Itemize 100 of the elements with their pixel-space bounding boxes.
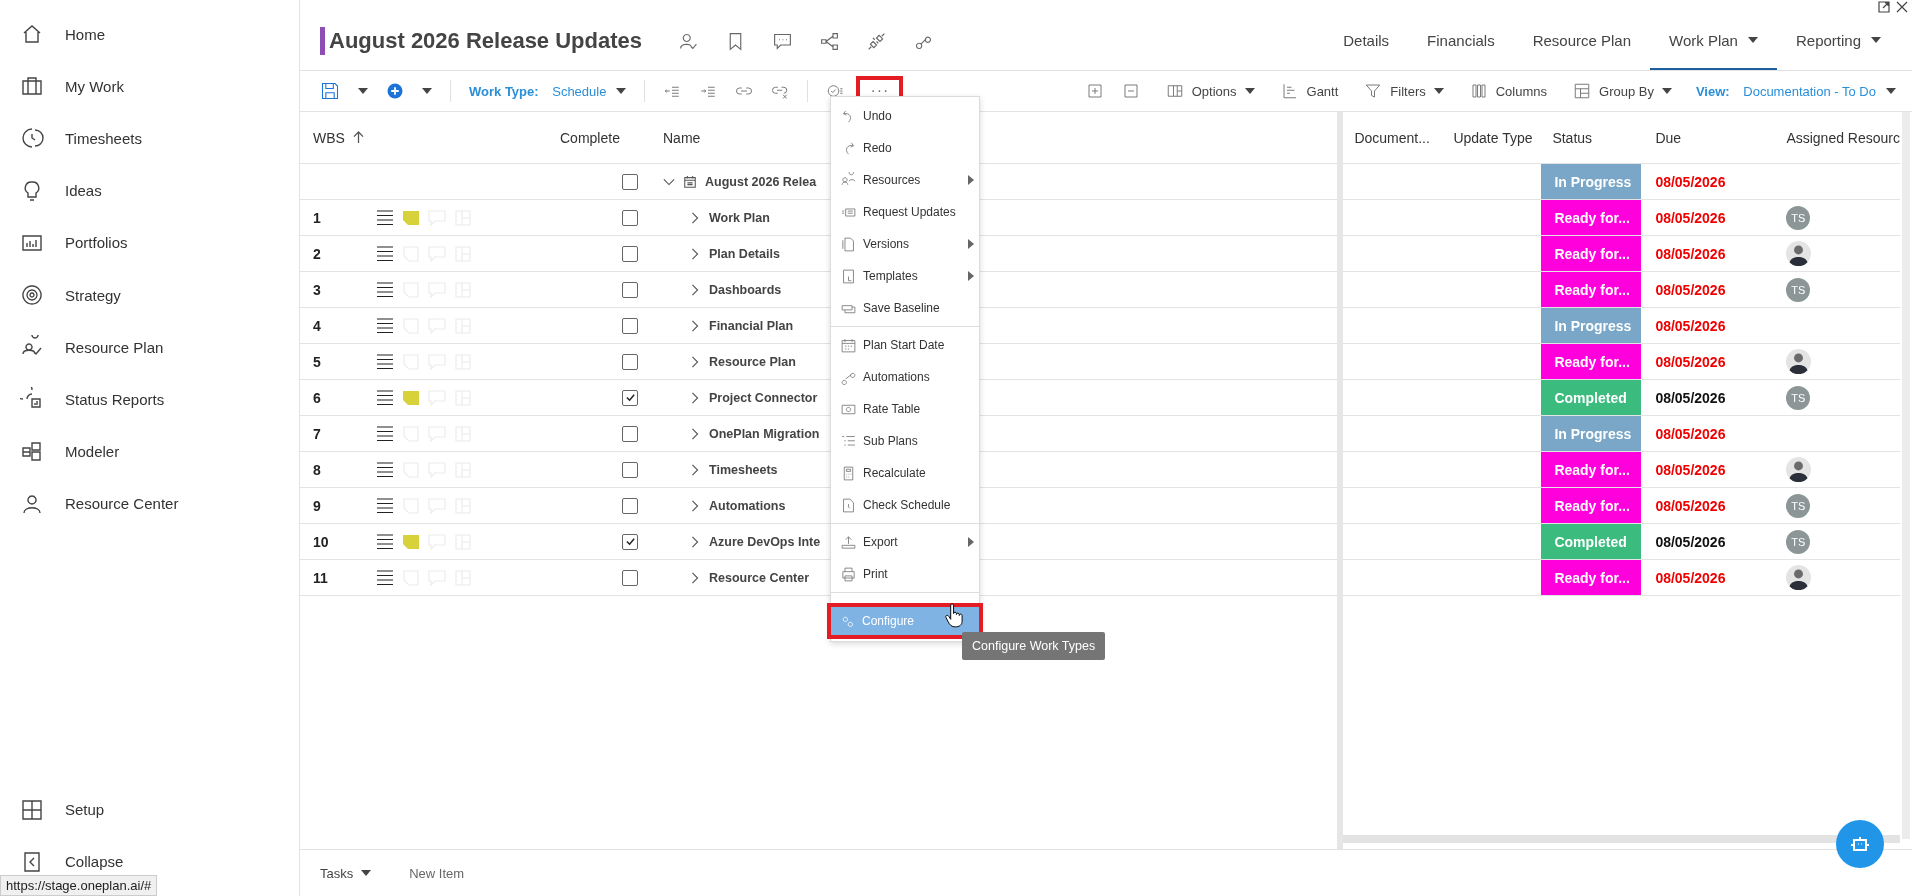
view-dropdown[interactable]: View: Documentation - To Do	[1689, 79, 1902, 103]
chevron-right-icon[interactable]	[689, 571, 701, 584]
share-icon[interactable]	[819, 30, 841, 52]
column-header[interactable]: Due	[1655, 129, 1682, 146]
chevron-right-icon[interactable]	[689, 283, 701, 296]
row-menu-icon[interactable]	[375, 423, 395, 444]
tab[interactable]: Reporting	[1776, 12, 1900, 70]
menu-item[interactable]: Print	[831, 558, 979, 590]
toolbar-button[interactable]: Gantt	[1274, 78, 1345, 104]
sort-up-icon[interactable]	[352, 131, 364, 144]
row-menu-icon[interactable]	[375, 315, 395, 336]
row-menu-icon[interactable]	[375, 207, 395, 228]
column-header[interactable]: Status	[1552, 129, 1593, 146]
chevron-right-icon[interactable]	[689, 247, 701, 260]
tab[interactable]: Financials	[1408, 12, 1514, 70]
row-menu-icon[interactable]	[375, 243, 395, 264]
chevron-right-icon[interactable]	[689, 355, 701, 368]
vertical-scrollbar[interactable]	[1902, 112, 1910, 839]
work-type-dropdown[interactable]: Work Type: Schedule	[463, 79, 633, 103]
wbs-number: 1	[313, 209, 321, 226]
checkbox[interactable]	[622, 497, 638, 514]
column-header[interactable]: Assigned Resourc	[1786, 129, 1900, 146]
sidebar-item[interactable]: Home	[0, 8, 105, 61]
chevron-right-icon[interactable]	[689, 463, 701, 476]
sidebar-item[interactable]: Portfolios	[0, 216, 128, 269]
checkbox[interactable]	[622, 461, 638, 478]
sidebar-item[interactable]: Timesheets	[0, 112, 142, 165]
avatar-silhouette-icon	[1786, 241, 1812, 266]
sidebar-item[interactable]: Resource Center	[0, 477, 179, 530]
tab[interactable]: Work Plan	[1650, 12, 1777, 70]
due-date: 08/05/2026	[1655, 533, 1726, 550]
checkbox[interactable]	[622, 353, 638, 370]
tasks-tab[interactable]: Tasks	[306, 861, 386, 885]
toolbar-button[interactable]: Columns	[1463, 78, 1553, 104]
menu-item[interactable]: Check Schedule	[831, 489, 979, 521]
menu-item[interactable]: Request Updates	[831, 196, 979, 228]
wbs-number: 9	[313, 497, 321, 514]
column-header[interactable]: Document...	[1354, 129, 1430, 146]
row-menu-icon[interactable]	[375, 459, 395, 480]
menu-item[interactable]: Sub Plans	[831, 425, 979, 457]
toolbar-button[interactable]: Group By	[1567, 78, 1678, 104]
row-menu-icon[interactable]	[375, 279, 395, 300]
close-icon[interactable]	[1896, 1, 1908, 13]
toolbar-button[interactable]: Filters	[1358, 78, 1450, 104]
menu-item[interactable]: Recalculate	[831, 457, 979, 489]
status-cell: In Progress	[1541, 308, 1642, 343]
column-header[interactable]: Update Type	[1453, 129, 1533, 146]
sidebar-item[interactable]: Resource Plan	[0, 321, 164, 374]
checkbox[interactable]	[622, 317, 638, 334]
row-menu-icon[interactable]	[375, 351, 395, 372]
checkbox[interactable]	[622, 569, 638, 586]
sidebar-item[interactable]: Strategy	[0, 268, 121, 322]
tab[interactable]: Details	[1324, 12, 1409, 70]
menu-item[interactable]: Templates	[831, 260, 979, 292]
sidebar-item[interactable]: Setup	[0, 783, 105, 836]
menu-item[interactable]: Automations	[831, 361, 979, 393]
column-header[interactable]: Name	[663, 129, 701, 146]
assistant-button[interactable]	[1836, 820, 1884, 868]
chevron-right-icon[interactable]	[689, 211, 701, 224]
chevron-right-icon[interactable]	[689, 499, 701, 512]
menu-item[interactable]: Rate Table	[831, 393, 979, 425]
checkbox[interactable]	[622, 173, 638, 190]
column-header[interactable]: Complete	[560, 129, 620, 146]
status-cell: Ready for...	[1541, 344, 1642, 379]
horizontal-scrollbar[interactable]	[1343, 835, 1900, 843]
sidebar-item[interactable]: Modeler	[0, 425, 120, 478]
sidebar-item[interactable]: Ideas	[0, 164, 102, 217]
toolbar-button[interactable]: Options	[1159, 78, 1261, 104]
chevron-right-icon[interactable]	[689, 535, 701, 548]
menu-item[interactable]: Redo	[831, 132, 979, 164]
caret-icon	[358, 88, 368, 94]
checkbox[interactable]	[622, 245, 638, 262]
task-name: Financial Plan	[709, 318, 794, 333]
menu-item[interactable]: Versions	[831, 228, 979, 260]
chevron-right-icon[interactable]	[689, 391, 701, 404]
sidebar-item[interactable]: Status Reports	[0, 373, 165, 426]
checkbox[interactable]	[622, 425, 638, 442]
chevron-right-icon[interactable]	[689, 319, 701, 332]
column-header[interactable]: WBS	[313, 129, 345, 146]
new-item-button[interactable]: New Item	[395, 861, 479, 885]
checkbox[interactable]	[622, 281, 638, 298]
chevron-right-icon[interactable]	[689, 427, 701, 440]
menu-item[interactable]: Plan Start Date	[831, 329, 979, 361]
grid-icon	[20, 797, 44, 822]
row-menu-icon[interactable]	[375, 495, 395, 516]
tab[interactable]: Resource Plan	[1513, 12, 1651, 70]
checkbox[interactable]	[622, 389, 638, 406]
row-menu-icon[interactable]	[375, 387, 395, 408]
sidebar-item[interactable]: My Work	[0, 60, 124, 113]
menu-item[interactable]: Resources	[831, 164, 979, 196]
clock-icon	[20, 126, 44, 151]
row-menu-icon[interactable]	[375, 531, 395, 552]
row-menu-icon[interactable]	[375, 567, 395, 588]
task-name: Automations	[709, 498, 786, 513]
menu-item[interactable]: Export	[831, 526, 979, 558]
expand-icon[interactable]	[1878, 1, 1890, 13]
checkbox[interactable]	[622, 209, 638, 226]
checkbox[interactable]	[622, 533, 638, 550]
menu-item[interactable]: Save Baseline	[831, 292, 979, 324]
link-preview-tooltip: https://stage.oneplan.ai/#	[0, 875, 158, 896]
